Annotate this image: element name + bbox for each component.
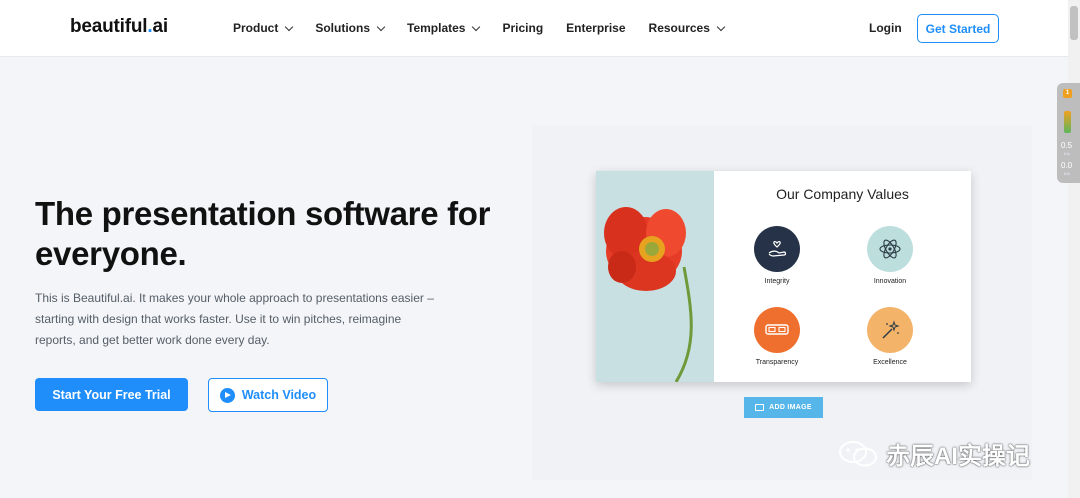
value-integrity: Integrity: [737, 226, 817, 285]
scrollbar-thumb[interactable]: [1070, 6, 1078, 40]
menu-label: Pricing: [502, 21, 544, 35]
menu-label: Templates: [407, 21, 466, 35]
download-unit: K/s: [1064, 171, 1070, 176]
watermark: 赤辰AI实操记: [838, 436, 1030, 471]
main-menu: Product Solutions Templates Pricing Ente…: [233, 21, 747, 35]
menu-item-solutions[interactable]: Solutions: [315, 21, 386, 35]
speed-meter-icon: [1064, 111, 1071, 133]
menu-label: Enterprise: [566, 21, 626, 35]
start-free-trial-button[interactable]: Start Your Free Trial: [35, 378, 188, 411]
widget-badge: 1: [1063, 89, 1072, 98]
slide-title: Our Company Values: [776, 186, 909, 202]
network-speed-widget[interactable]: 1 0.5 K/s 0.0 K/s: [1057, 83, 1080, 183]
wechat-icon: [839, 440, 877, 466]
poppy-flower-image: [596, 171, 714, 382]
value-transparency: Transparency: [737, 307, 817, 366]
logo-suffix: ai: [152, 16, 168, 37]
atom-icon: [867, 226, 913, 272]
scrollbar[interactable]: [1068, 0, 1080, 498]
chevron-down-icon: [472, 22, 481, 31]
login-link[interactable]: Login: [869, 21, 902, 35]
menu-item-resources[interactable]: Resources: [648, 21, 726, 35]
value-excellence: Excellence: [850, 307, 930, 366]
value-label: Transparency: [755, 359, 799, 366]
value-label: Innovation: [873, 278, 907, 285]
watch-video-button[interactable]: Watch Video: [208, 378, 328, 412]
value-label: Integrity: [764, 278, 790, 285]
glasses-icon: [754, 307, 800, 353]
play-icon: [219, 387, 235, 403]
logo[interactable]: beautiful.ai: [70, 16, 168, 38]
menu-label: Resources: [648, 21, 710, 35]
menu-item-product[interactable]: Product: [233, 21, 294, 35]
menu-label: Solutions: [315, 21, 371, 35]
logo-prefix: beautiful: [70, 16, 148, 37]
hand-heart-icon: [754, 226, 800, 272]
hero-description: This is Beautiful.ai. It makes your whol…: [35, 291, 434, 347]
slide-preview: Our Company Values Integrity Innovation …: [596, 171, 971, 382]
upload-speed: 0.5: [1061, 141, 1073, 150]
slide-content: Our Company Values Integrity Innovation …: [714, 171, 971, 382]
magic-wand-icon: [867, 307, 913, 353]
hero-title: The presentation software for everyone.: [35, 195, 491, 272]
chevron-down-icon: [376, 22, 386, 31]
download-speed: 0.0: [1061, 161, 1073, 170]
chevron-down-icon: [285, 22, 294, 31]
menu-item-pricing[interactable]: Pricing: [502, 21, 543, 35]
value-label: Excellence: [873, 359, 907, 366]
get-started-button[interactable]: Get Started: [917, 14, 999, 43]
menu-item-templates[interactable]: Templates: [407, 21, 481, 35]
watermark-text: 赤辰AI实操记: [886, 443, 1030, 470]
top-nav: beautiful.ai Product Solutions Templates…: [0, 0, 1068, 57]
value-innovation: Innovation: [850, 226, 930, 285]
add-image-button[interactable]: ADD IMAGE: [744, 397, 823, 418]
camera-icon: [755, 404, 765, 411]
menu-label: Product: [233, 21, 279, 35]
menu-item-enterprise[interactable]: Enterprise: [566, 21, 625, 35]
upload-unit: K/s: [1064, 151, 1070, 156]
watch-video-label: Watch Video: [241, 388, 317, 402]
add-image-label: ADD IMAGE: [769, 404, 812, 411]
chevron-down-icon: [716, 22, 726, 31]
